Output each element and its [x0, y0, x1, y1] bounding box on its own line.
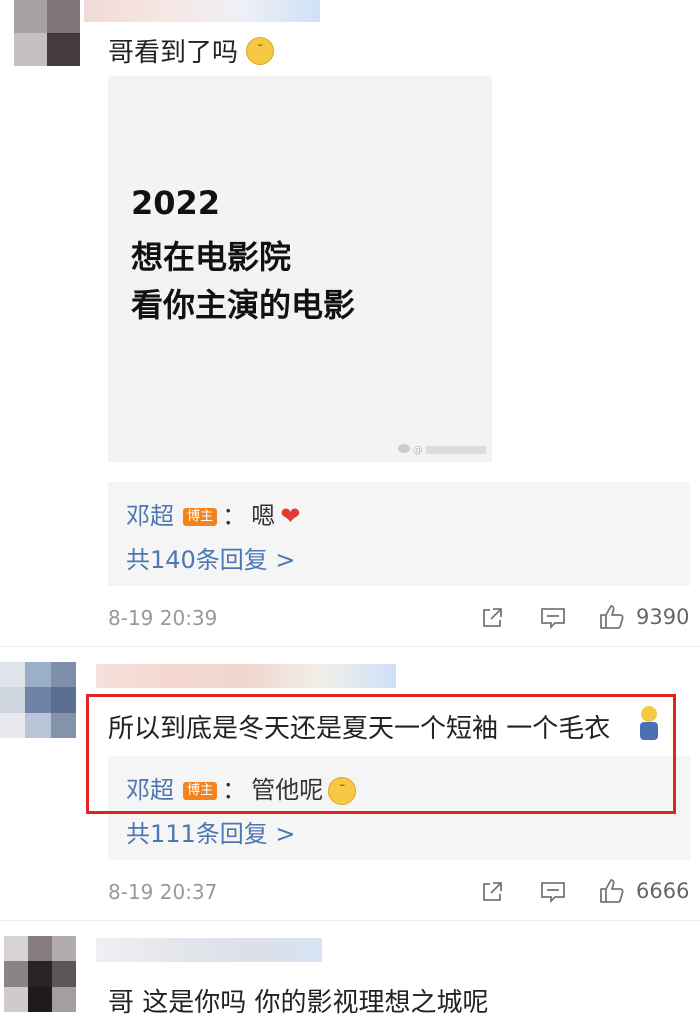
reply-separator: ：	[222, 502, 247, 530]
more-replies-link[interactable]: 共140条回复 >	[126, 540, 296, 575]
comment-time: 8-19 20:39	[108, 606, 218, 630]
heart-emoji-icon: ❤	[280, 502, 301, 530]
comment-text: 哥看到了吗 ˘	[108, 32, 275, 69]
image-watermark: @	[397, 444, 486, 456]
avatar[interactable]	[0, 662, 76, 738]
comment-icon[interactable]	[540, 880, 566, 908]
divider	[0, 920, 700, 921]
reply-line: 邓超 博主 ： 嗯 ❤	[126, 496, 301, 531]
avatar[interactable]	[14, 0, 80, 66]
reply-text: 嗯	[251, 502, 276, 530]
like-icon[interactable]	[598, 603, 626, 635]
like-count: 6666	[636, 879, 690, 903]
comment-icon[interactable]	[540, 606, 566, 634]
username-blurred[interactable]	[84, 0, 320, 22]
highlight-box	[86, 694, 676, 814]
comment-time: 8-19 20:37	[108, 880, 218, 904]
divider	[0, 646, 700, 647]
more-replies-link[interactable]: 共111条回复 >	[126, 814, 296, 849]
username-blurred[interactable]	[96, 938, 322, 962]
comment-image[interactable]: 2022 想在电影院 看你主演的电影 @	[108, 76, 492, 462]
weibo-logo-icon	[397, 444, 410, 453]
avatar[interactable]	[4, 936, 76, 1012]
username-blurred[interactable]	[96, 664, 396, 688]
like-icon[interactable]	[598, 877, 626, 909]
share-icon[interactable]	[480, 606, 504, 634]
share-icon[interactable]	[480, 880, 504, 908]
poster-line-3: 看你主演的电影	[131, 286, 356, 324]
smirk-emoji-icon: ˘	[246, 36, 275, 65]
poster-line-year: 2022	[131, 184, 221, 222]
comment-text: 哥 这是你吗 你的影视理想之城呢	[108, 988, 489, 1018]
poster-line-2: 想在电影院	[131, 238, 292, 276]
like-count: 9390	[636, 605, 690, 629]
reply-author[interactable]: 邓超	[126, 502, 174, 530]
author-badge: 博主	[183, 507, 218, 526]
